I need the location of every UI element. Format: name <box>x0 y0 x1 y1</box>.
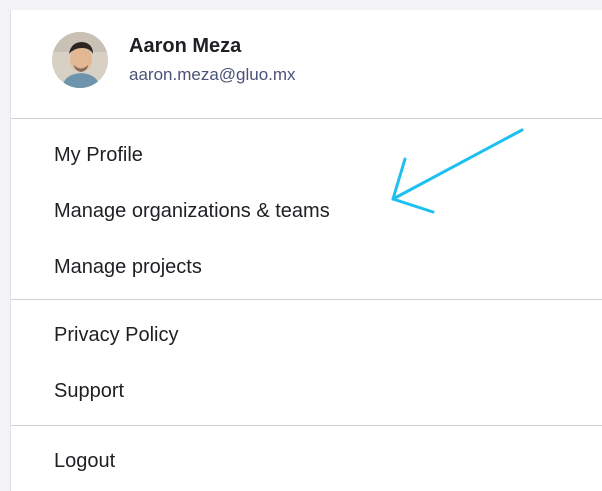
user-email: aaron.meza@gluo.mx <box>129 65 296 84</box>
menu-item-my-profile[interactable]: My Profile <box>54 144 143 167</box>
menu-item-manage-organizations-teams[interactable]: Manage organizations & teams <box>54 200 330 223</box>
user-dropdown-menu: Aaron Meza aaron.meza@gluo.mx My Profile… <box>10 10 602 491</box>
menu-item-privacy-policy[interactable]: Privacy Policy <box>54 324 178 347</box>
divider <box>11 425 602 426</box>
divider <box>11 299 602 300</box>
avatar-photo <box>52 32 108 88</box>
divider <box>11 118 602 119</box>
menu-item-support[interactable]: Support <box>54 380 124 403</box>
menu-item-logout[interactable]: Logout <box>54 450 115 473</box>
avatar <box>52 32 108 88</box>
user-name: Aaron Meza <box>129 35 242 57</box>
menu-item-manage-projects[interactable]: Manage projects <box>54 256 202 279</box>
user-header: Aaron Meza aaron.meza@gluo.mx <box>11 10 602 118</box>
